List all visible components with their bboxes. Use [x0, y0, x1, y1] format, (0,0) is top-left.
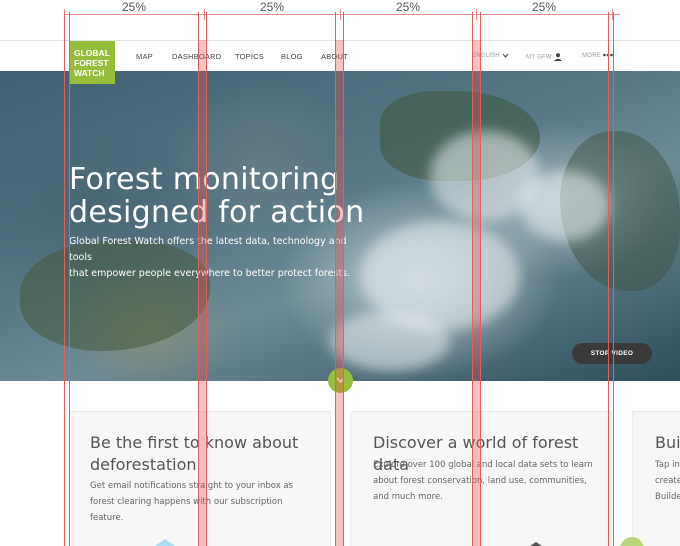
nav-dashboard[interactable]: DASHBOARD: [172, 52, 221, 61]
ruler-label: 25%: [531, 0, 557, 14]
grid-line: [335, 12, 336, 546]
grid-gutter: [335, 40, 343, 546]
card-text-line: Builde: [655, 492, 680, 502]
hero-subtitle: Global Forest Watch offers the latest da…: [69, 234, 359, 282]
dataset-icon: [530, 542, 542, 546]
alert-icon: [155, 539, 175, 546]
user-icon: [553, 53, 562, 61]
cloud-shape: [330, 311, 450, 371]
my-gfw-link[interactable]: MY GFW: [526, 53, 562, 61]
hero-subtitle-line: that empower people everywhere to better…: [69, 268, 351, 279]
more-label: MORE: [582, 53, 601, 59]
card-text-line: feature.: [90, 513, 124, 523]
card-title: Be the first to know about deforestation: [90, 432, 298, 476]
nav-map[interactable]: MAP: [136, 52, 153, 61]
card-text-line: Tap in: [655, 460, 680, 470]
card-text-line: Get email notifications straight to your…: [90, 481, 294, 491]
card-text-line: and much more.: [373, 492, 443, 502]
ruler-line: [64, 14, 620, 15]
my-gfw-label: MY GFW: [526, 54, 552, 61]
hero-title-line: Forest monitoring: [69, 162, 340, 197]
logo-line: GLOBAL: [74, 48, 110, 58]
card-title-line: Buil: [655, 433, 680, 452]
nav-blog[interactable]: BLOG: [281, 52, 303, 61]
card-title-line: deforestation: [90, 455, 197, 474]
logo-line: FOREST: [74, 58, 109, 68]
hero-title: Forest monitoring designed for action: [69, 163, 364, 229]
hero-title-line: designed for action: [69, 195, 365, 230]
grid-line: [343, 12, 344, 546]
grid-line: [198, 12, 199, 546]
grid-line: [206, 12, 207, 546]
grid-gutter: [198, 40, 206, 546]
grid-line: [613, 12, 614, 546]
grid-gutter: [472, 40, 480, 546]
grid-line: [480, 12, 481, 546]
card-title-line: Be the first to know about: [90, 433, 299, 452]
card-text-line: forest clearing happens with our subscri…: [90, 497, 283, 507]
nav-topics[interactable]: TOPICS: [235, 52, 264, 61]
gfw-logo[interactable]: GLOBAL FOREST WATCH: [69, 41, 115, 84]
card-text-line: Explore over 100 global and local data s…: [373, 460, 593, 470]
stop-video-button[interactable]: STOP VIDEO: [572, 343, 652, 364]
grid-line: [69, 12, 70, 546]
grid-line: [472, 12, 473, 546]
ruler-label: 25%: [121, 0, 147, 14]
column-ruler: 25% 25% 25% 25%: [0, 0, 680, 40]
card-builder[interactable]: Buil Tap in create Builde: [632, 411, 680, 546]
grid-line: [64, 12, 65, 546]
card-data[interactable]: Discover a world of forest data Explore …: [350, 411, 612, 546]
card-title: Buil: [655, 432, 680, 454]
logo-line: WATCH: [74, 68, 105, 78]
hero-subtitle-line: Global Forest Watch offers the latest da…: [69, 236, 347, 263]
chevron-down-icon: [502, 53, 509, 58]
ruler-label: 25%: [259, 0, 285, 14]
ruler-label: 25%: [395, 0, 421, 14]
cloud-shape: [520, 171, 610, 241]
card-text-line: create: [655, 476, 680, 486]
grid-line: [608, 12, 609, 546]
